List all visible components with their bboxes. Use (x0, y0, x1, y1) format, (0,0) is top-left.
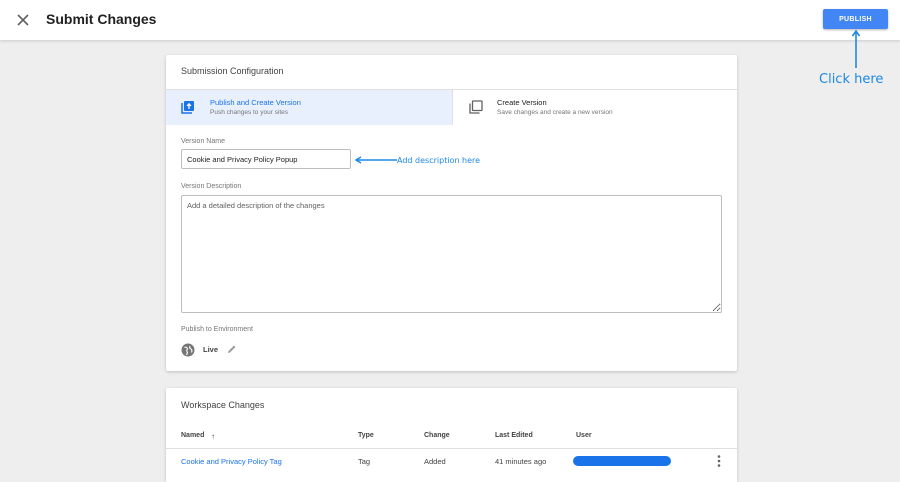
publish-button[interactable]: PUBLISH (823, 9, 888, 29)
option-publish-and-create-version[interactable]: Publish and Create Version Push changes … (166, 90, 452, 125)
version-description-textarea[interactable] (181, 195, 722, 313)
version-name-label: Version Name (181, 138, 225, 145)
globe-icon (181, 343, 195, 357)
version-description-label: Version Description (181, 183, 242, 190)
column-header-change[interactable]: Change (424, 432, 450, 439)
divider (166, 448, 737, 449)
redacted-user (573, 456, 671, 466)
page-title: Submit Changes (46, 11, 157, 27)
environment-label: Publish to Environment (181, 326, 253, 333)
row-last-edited: 41 minutes ago (495, 457, 547, 466)
version-name-input[interactable] (181, 149, 351, 169)
annotation-add-description: Add description here (397, 156, 481, 165)
annotation-arrow-left (355, 156, 397, 164)
row-name-link[interactable]: Cookie and Privacy Policy Tag (181, 457, 282, 466)
column-header-user[interactable]: User (576, 432, 592, 439)
row-type: Tag (358, 457, 371, 466)
pencil-icon[interactable] (227, 344, 237, 354)
option-create-version[interactable]: Create Version Save changes and create a… (452, 90, 737, 125)
column-header-named[interactable]: Named (181, 432, 204, 439)
annotation-arrow-up (851, 30, 861, 68)
option-title: Create Version (497, 98, 547, 107)
environment-value: Live (203, 345, 219, 354)
option-subtitle: Push changes to your sites (210, 109, 289, 116)
option-subtitle: Save changes and create a new version (497, 109, 613, 116)
publish-upload-icon (181, 101, 194, 114)
more-options-icon[interactable] (713, 454, 725, 468)
annotation-click-here: Click here (819, 72, 884, 87)
column-header-last-edited[interactable]: Last Edited (495, 432, 533, 439)
card-title: Workspace Changes (181, 400, 265, 410)
card-title: Submission Configuration (181, 66, 284, 76)
column-header-type[interactable]: Type (358, 432, 374, 439)
top-bar: Submit Changes PUBLISH (0, 0, 900, 40)
workspace-changes-card: Workspace Changes Named ↑ Type Change La… (166, 388, 737, 482)
submission-options: Publish and Create Version Push changes … (166, 89, 737, 125)
submission-configuration-card: Submission Configuration Publish and Cre… (166, 55, 737, 371)
row-change: Added (424, 457, 446, 466)
close-icon[interactable] (13, 10, 33, 30)
sort-arrow-icon[interactable]: ↑ (211, 432, 215, 441)
copy-version-icon (469, 100, 483, 114)
option-title: Publish and Create Version (210, 98, 301, 107)
